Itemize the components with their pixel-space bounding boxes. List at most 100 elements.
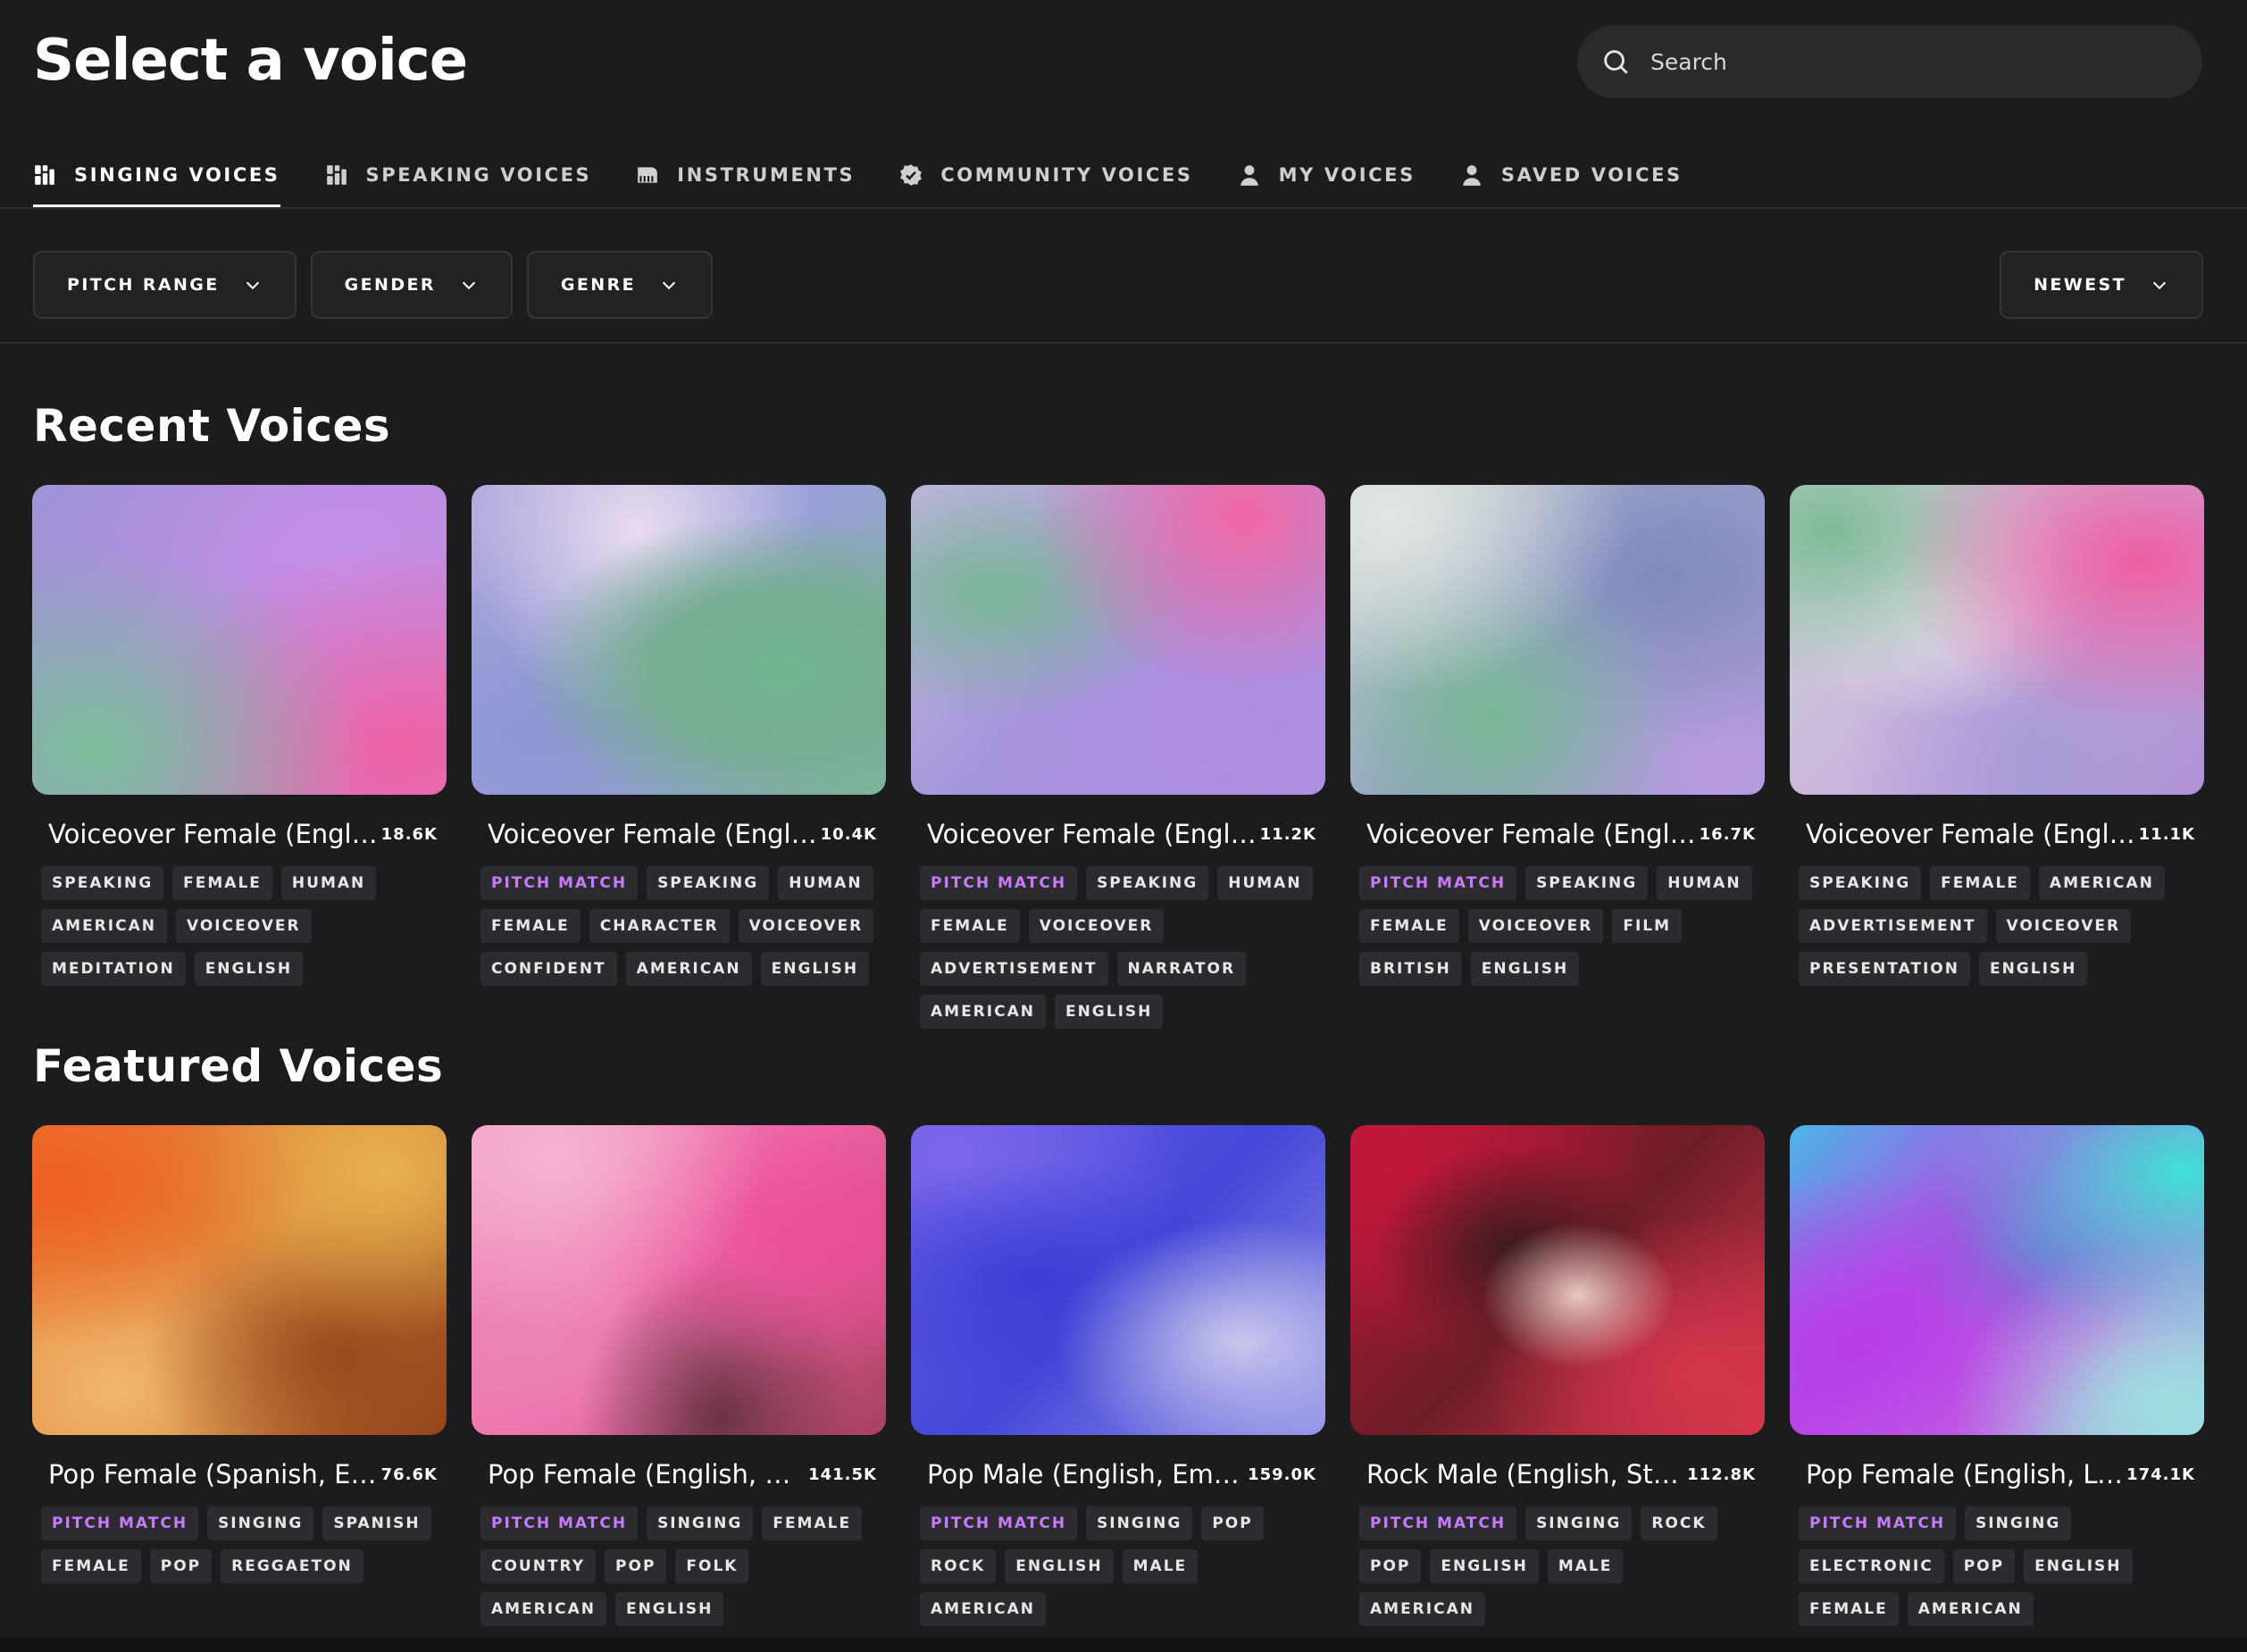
voice-card[interactable]: Voiceover Female (Englis... 11.2K PITCH …	[911, 485, 1325, 1038]
play-count: 11.1K	[2138, 824, 2195, 844]
pitch-match-tag: PITCH MATCH	[920, 1506, 1078, 1540]
tag: REGGAETON	[221, 1549, 363, 1583]
tag: VOICEOVER	[175, 909, 312, 943]
voice-thumbnail[interactable]	[1350, 1125, 1765, 1435]
voice-card[interactable]: Voiceover Female (Englis... 11.1K SPEAKI…	[1790, 485, 2204, 1038]
sort-dropdown[interactable]: NEWEST	[2000, 251, 2203, 319]
tag: SPEAKING	[1086, 866, 1209, 900]
tag: FEMALE	[172, 866, 272, 900]
voice-card[interactable]: Pop Male (English, Emo, ... 159.0K PITCH…	[911, 1125, 1325, 1635]
featured-voices-row: Pop Female (Spanish, En... 76.6K PITCH M…	[32, 1125, 2204, 1635]
tag: ENGLISH	[1978, 952, 2088, 986]
dropdown-label: GENRE	[560, 275, 636, 295]
voice-card[interactable]: Rock Male (English, Stra... 112.8K PITCH…	[1350, 1125, 1765, 1635]
search-input[interactable]	[1650, 48, 2151, 75]
dropdown-label: PITCH RANGE	[67, 275, 220, 295]
tag: SPEAKING	[1525, 866, 1649, 900]
tag: SPEAKING	[41, 866, 164, 900]
tab-saved-voices[interactable]: SAVED VOICES	[1460, 143, 1683, 207]
bottom-bar	[0, 1638, 2247, 1652]
recent-voices-title: Recent Voices	[33, 400, 391, 452]
voice-card[interactable]: Voiceover Female (Englis... 10.4K PITCH …	[472, 485, 886, 1038]
voice-title: Voiceover Female (Englis...	[927, 819, 1260, 849]
gender-dropdown[interactable]: GENDER	[310, 251, 513, 319]
tag: FOLK	[675, 1549, 749, 1583]
verified-badge-icon	[900, 164, 923, 186]
tag: ROCK	[920, 1549, 997, 1583]
play-count: 174.1K	[2126, 1464, 2195, 1484]
tag: POP	[1359, 1549, 1422, 1583]
voice-thumbnail[interactable]	[32, 1125, 447, 1435]
play-count: 76.6K	[380, 1464, 438, 1484]
tag: COUNTRY	[480, 1549, 597, 1583]
pitch-range-dropdown[interactable]: PITCH RANGE	[33, 251, 297, 319]
voice-card[interactable]: Pop Female (Spanish, En... 76.6K PITCH M…	[32, 1125, 447, 1635]
speaking-icon	[326, 165, 347, 185]
tag: SPEAKING	[1799, 866, 1922, 900]
tab-speaking-voices[interactable]: SPEAKING VOICES	[325, 143, 592, 207]
voice-thumbnail[interactable]	[1790, 1125, 2204, 1435]
pitch-match-tag: PITCH MATCH	[41, 1506, 199, 1540]
tag: ENGLISH	[1005, 1549, 1114, 1583]
tag: POP	[605, 1549, 667, 1583]
tag-list: PITCH MATCH SINGING ROCK POP ENGLISH MAL…	[1350, 1506, 1765, 1635]
search-bar[interactable]	[1577, 25, 2202, 98]
piano-icon	[638, 167, 658, 183]
pitch-match-tag: PITCH MATCH	[1359, 866, 1517, 900]
tab-label: INSTRUMENTS	[677, 164, 856, 186]
tab-my-voices[interactable]: MY VOICES	[1238, 143, 1416, 207]
tag: FEMALE	[1930, 866, 2030, 900]
tag: ENGLISH	[1054, 995, 1164, 1029]
voice-thumbnail[interactable]	[1790, 485, 2204, 795]
tab-community-voices[interactable]: COMMUNITY VOICES	[899, 143, 1192, 207]
tag: AMERICAN	[920, 995, 1046, 1029]
voice-thumbnail[interactable]	[32, 485, 447, 795]
tab-label: SPEAKING VOICES	[365, 164, 592, 186]
header: Select a voice SINGING VOICES SPEAKING V…	[0, 0, 2247, 207]
play-count: 18.6K	[380, 824, 438, 844]
chevron-down-icon	[2152, 281, 2167, 290]
genre-dropdown[interactable]: GENRE	[526, 251, 713, 319]
tag: AMERICAN	[480, 1592, 606, 1626]
pitch-match-tag: PITCH MATCH	[1359, 1506, 1517, 1540]
tag: ENGLISH	[760, 952, 870, 986]
page-title: Select a voice	[33, 28, 468, 94]
person-icon	[1240, 165, 1258, 186]
tag: POP	[1201, 1506, 1264, 1540]
tag-list: PITCH MATCH SINGING POP ROCK ENGLISH MAL…	[911, 1506, 1325, 1635]
voice-thumbnail[interactable]	[911, 485, 1325, 795]
tag: FEMALE	[1359, 909, 1459, 943]
voice-card[interactable]: Voiceover Female (English... 16.7K PITCH…	[1350, 485, 1765, 1038]
voice-thumbnail[interactable]	[472, 1125, 886, 1435]
voice-card[interactable]: Voiceover Female (Englis... 18.6K SPEAKI…	[32, 485, 447, 1038]
tab-singing-voices[interactable]: SINGING VOICES	[33, 143, 280, 207]
tag: ROCK	[1641, 1506, 1717, 1540]
voice-thumbnail[interactable]	[472, 485, 886, 795]
tag: FILM	[1612, 909, 1683, 943]
tag: SINGING	[1965, 1506, 2072, 1540]
voice-thumbnail[interactable]	[1350, 485, 1765, 795]
voice-title: Pop Female (English, Co...	[488, 1459, 809, 1489]
tab-instruments[interactable]: INSTRUMENTS	[636, 143, 855, 207]
tag: SINGING	[1086, 1506, 1193, 1540]
tag: ADVERTISEMENT	[1799, 909, 1987, 943]
tag: AMERICAN	[1907, 1592, 2034, 1626]
tag: AMERICAN	[1359, 1592, 1485, 1626]
tag: ENGLISH	[1470, 952, 1580, 986]
tag: VOICEOVER	[1467, 909, 1604, 943]
tag: FEMALE	[762, 1506, 863, 1540]
tag: SINGING	[207, 1506, 314, 1540]
voice-card[interactable]: Pop Female (English, Lo... 174.1K PITCH …	[1790, 1125, 2204, 1635]
tag: HUMAN	[1657, 866, 1752, 900]
play-count: 16.7K	[1699, 824, 1756, 844]
tag: BRITISH	[1359, 952, 1462, 986]
singing-icon	[35, 165, 54, 185]
tag: CHARACTER	[589, 909, 730, 943]
voice-thumbnail[interactable]	[911, 1125, 1325, 1435]
tag-list: PITCH MATCH SPEAKING HUMAN FEMALE VOICEO…	[1350, 866, 1765, 995]
voice-title: Pop Female (English, Lo...	[1806, 1459, 2127, 1489]
dropdown-label: NEWEST	[2034, 275, 2126, 295]
voice-card[interactable]: Pop Female (English, Co... 141.5K PITCH …	[472, 1125, 886, 1635]
play-count: 10.4K	[820, 824, 877, 844]
tab-label: MY VOICES	[1278, 164, 1416, 186]
